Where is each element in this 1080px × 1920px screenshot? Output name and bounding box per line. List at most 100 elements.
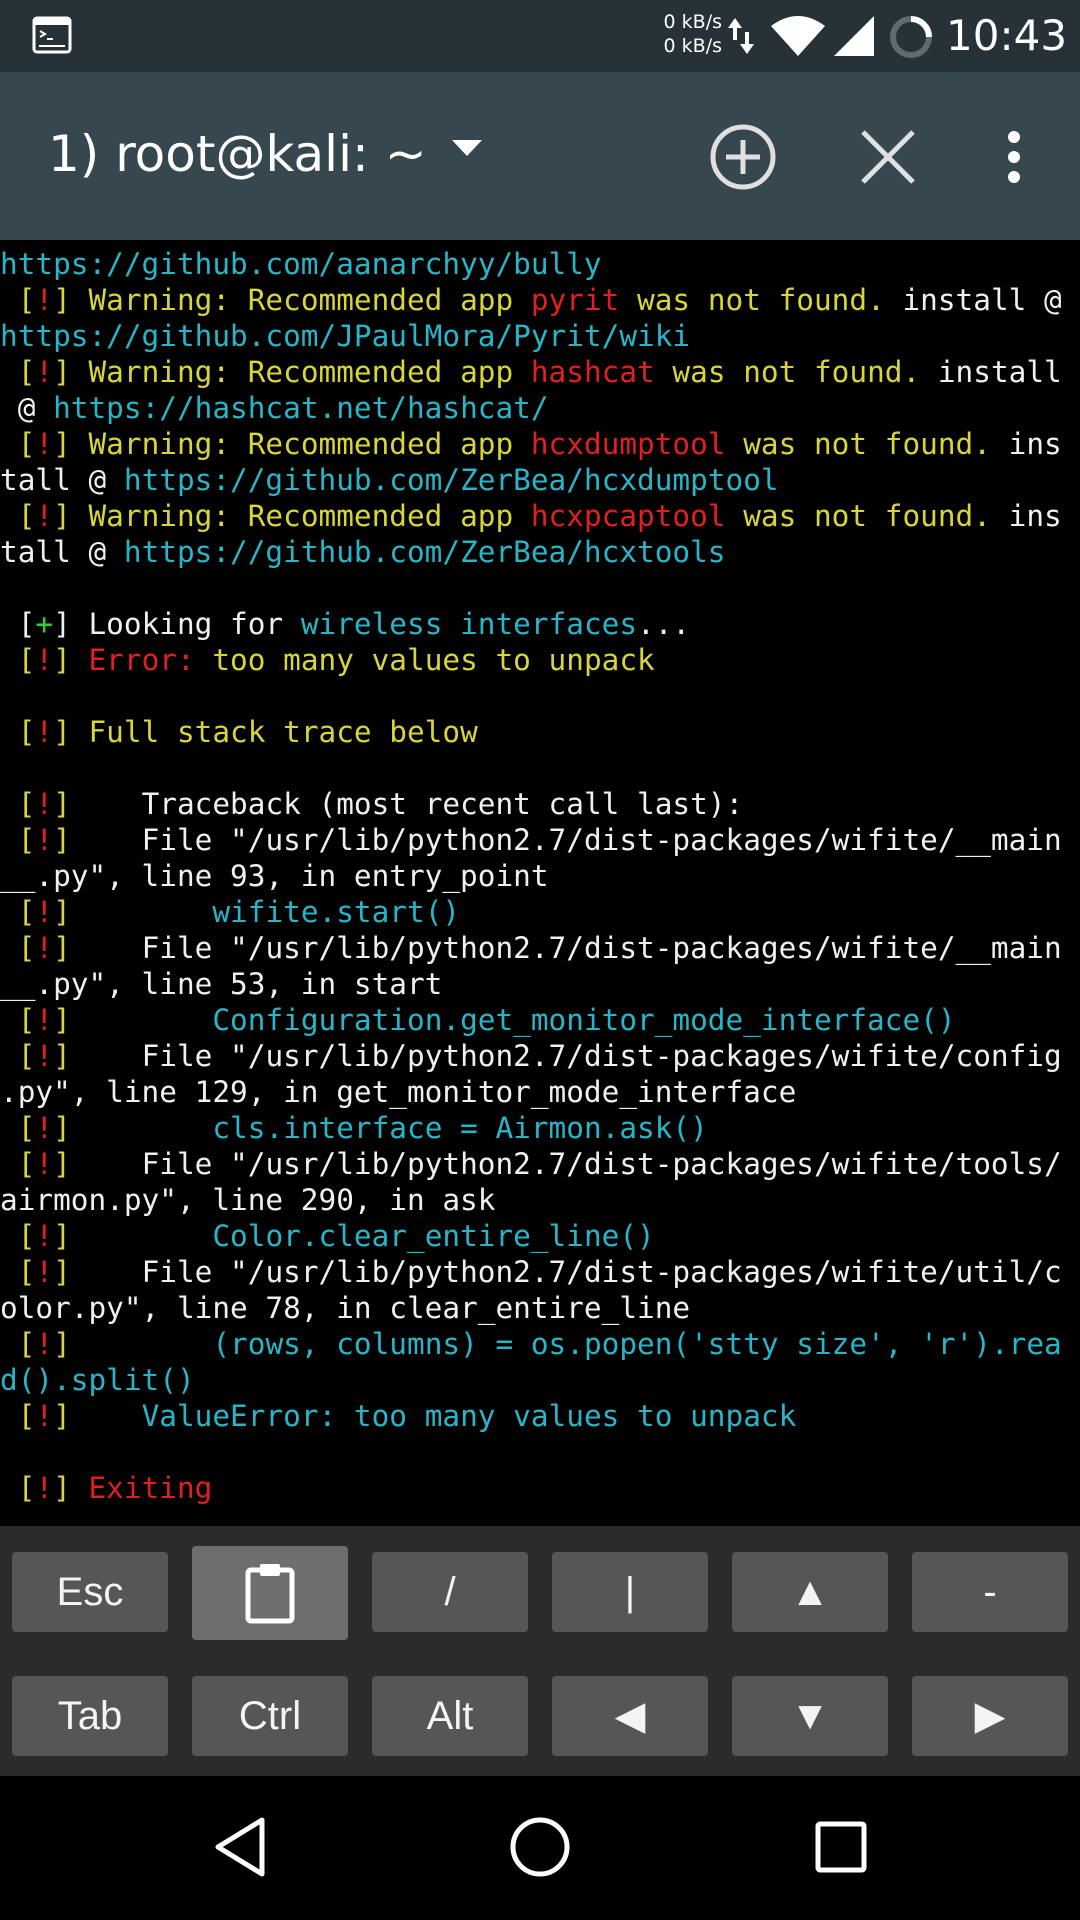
terminal-text: [ [0, 607, 36, 641]
terminal-text: ! [35, 1255, 54, 1289]
terminal-text: ! [35, 931, 54, 965]
key-label: / [444, 1569, 456, 1614]
terminal-text: ] [53, 823, 142, 857]
close-icon[interactable] [858, 127, 918, 187]
home-icon[interactable] [508, 1815, 572, 1879]
terminal-text: [ [0, 283, 36, 317]
terminal-text: File "/usr/lib/python2.7/dist-packages/w… [141, 1147, 1062, 1181]
clipboard-icon [245, 1564, 295, 1624]
terminal-text: ! [35, 1219, 54, 1253]
terminal-text: install [937, 355, 1062, 389]
add-circle-icon[interactable] [708, 122, 778, 192]
terminal-output[interactable]: https://github.com/aanarchyy/bully [!] W… [0, 240, 1080, 1526]
terminal-text: File "/usr/lib/python2.7/dist-packages/w… [141, 1255, 1062, 1289]
terminal-text: pyrit [530, 283, 620, 317]
terminal-text: ] Full stack trace below [53, 715, 478, 749]
terminal-line: [!] Warning: Recommended app hcxpcaptool… [0, 498, 1080, 534]
terminal-text: File "/usr/lib/python2.7/dist-packages/w… [141, 931, 1062, 965]
terminal-text: was not found. [725, 499, 1009, 533]
key-alt[interactable]: Alt [372, 1676, 528, 1756]
terminal-text: install @ [902, 283, 1062, 317]
terminal-line: [!] Warning: Recommended app pyrit was n… [0, 282, 1080, 318]
terminal-text: d().split() [0, 1363, 195, 1397]
terminal-text: tall @ [0, 535, 124, 569]
terminal-text: ! [35, 715, 54, 749]
key-esc[interactable]: Esc [12, 1552, 168, 1632]
terminal-text: [ [0, 715, 36, 749]
key-label: ▶ [974, 1694, 1006, 1738]
terminal-text: https://github.com/ZerBea/hcxtools [123, 535, 726, 569]
terminal-text: ] Warning: Recommended app [53, 283, 531, 317]
key-up[interactable]: ▲ [732, 1552, 888, 1632]
terminal-text: ] [53, 1147, 142, 1181]
more-vert-icon[interactable] [1004, 129, 1024, 185]
terminal-line: tall @ https://github.com/ZerBea/hcxtool… [0, 534, 1080, 570]
network-speed: 0 kB/s 0 kB/s [652, 10, 722, 58]
terminal-line: [!] Full stack trace below [0, 714, 1080, 750]
back-icon[interactable] [212, 1816, 268, 1878]
key-tab[interactable]: Tab [12, 1676, 168, 1756]
terminal-text: ] [53, 643, 89, 677]
terminal-text: (rows, columns) = os.popen('stty size', … [212, 1327, 1062, 1361]
terminal-text: ! [35, 1003, 54, 1037]
terminal-text: .py", line 129, in get_monitor_mode_inte… [0, 1075, 797, 1109]
key-slash[interactable]: / [372, 1552, 528, 1632]
terminal-line: tall @ https://github.com/ZerBea/hcxdump… [0, 462, 1080, 498]
terminal-text: __.py", line 53, in start [0, 967, 443, 1001]
terminal-line: olor.py", line 78, in clear_entire_line [0, 1290, 1080, 1326]
terminal-line: [!] Exiting [0, 1470, 1080, 1506]
terminal-text: [ [0, 427, 36, 461]
terminal-text: [ [0, 1219, 36, 1253]
key-dash[interactable]: - [912, 1552, 1068, 1632]
terminal-line: [+] Looking for wireless interfaces... [0, 606, 1080, 642]
key-right[interactable]: ▶ [912, 1676, 1068, 1756]
terminal-line: __.py", line 53, in start [0, 966, 1080, 1002]
terminal-text: [ [0, 823, 36, 857]
terminal-line: https://github.com/JPaulMora/Pyrit/wiki [0, 318, 1080, 354]
key-down[interactable]: ▼ [732, 1676, 888, 1756]
terminal-text: ] [53, 931, 142, 965]
terminal-text: [ [0, 1471, 36, 1505]
terminal-text: [ [0, 1399, 36, 1433]
terminal-text: ! [35, 895, 54, 929]
terminal-text: ! [35, 1147, 54, 1181]
terminal-text: [ [0, 1003, 36, 1037]
terminal-text: ] Looking for [53, 607, 301, 641]
dropdown-arrow-icon[interactable] [450, 138, 484, 158]
session-title[interactable]: 1) root@kali: ~ [48, 124, 427, 184]
terminal-text: [ [0, 1327, 36, 1361]
terminal-text: hashcat [530, 355, 655, 389]
terminal-text: ] [53, 1471, 89, 1505]
terminal-text: ! [35, 283, 54, 317]
terminal-line: [!] ValueError: too many values to unpac… [0, 1398, 1080, 1434]
terminal-line: [!] cls.interface = Airmon.ask() [0, 1110, 1080, 1146]
terminal-line: [!] File "/usr/lib/python2.7/dist-packag… [0, 930, 1080, 966]
terminal-text: [ [0, 931, 36, 965]
key-pipe[interactable]: | [552, 1552, 708, 1632]
recents-icon[interactable] [814, 1820, 868, 1874]
key-ctrl[interactable]: Ctrl [192, 1676, 348, 1756]
terminal-text: ! [35, 499, 54, 533]
terminal-text: ins [1008, 499, 1062, 533]
net-download-speed: 0 kB/s [663, 35, 722, 57]
key-label: Tab [57, 1693, 123, 1738]
terminal-text: ] Warning: Recommended app [53, 499, 531, 533]
terminal-text: [ [0, 895, 36, 929]
key-left[interactable]: ◀ [552, 1676, 708, 1756]
terminal-text: ... [637, 607, 691, 641]
terminal-text: wifite.start() [212, 895, 461, 929]
terminal-text: [ [0, 1255, 36, 1289]
terminal-text: [ [0, 643, 36, 677]
terminal-line: [!] Error: too many values to unpack [0, 642, 1080, 678]
extra-keys-bar: Esc / | ▲ - Tab Ctrl Alt ◀ ▼ ▶ [0, 1526, 1080, 1776]
key-paste[interactable] [192, 1546, 348, 1640]
terminal-line: https://github.com/aanarchyy/bully [0, 246, 1080, 282]
terminal-text: Color.clear_entire_line() [212, 1219, 655, 1253]
terminal-line: d().split() [0, 1362, 1080, 1398]
terminal-text: https://github.com/JPaulMora/Pyrit/wiki [0, 319, 691, 353]
battery-charging-icon [890, 16, 932, 58]
terminal-text: tall @ [0, 463, 124, 497]
